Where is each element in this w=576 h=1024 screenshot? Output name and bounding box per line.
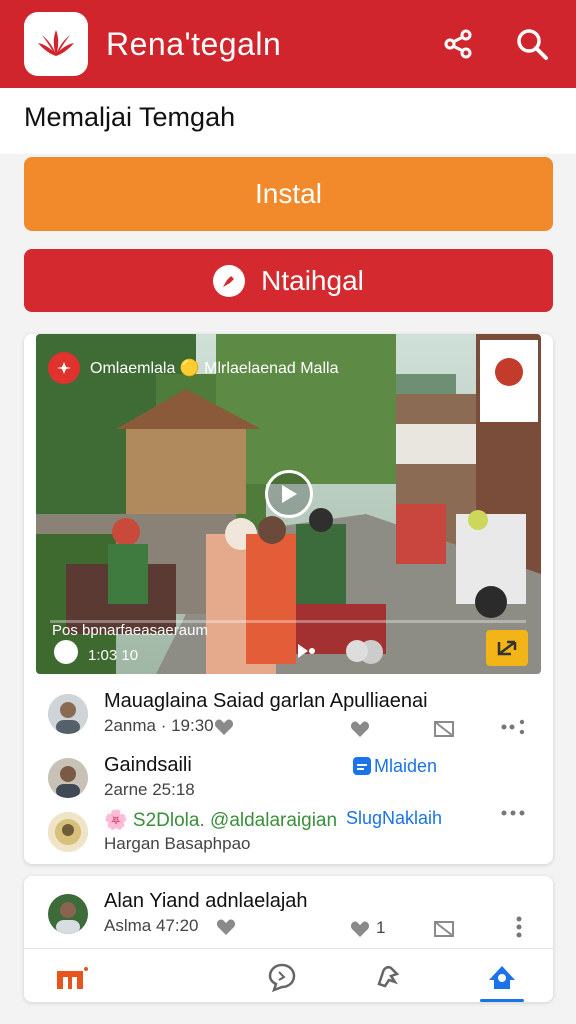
subtitle-bar: Memaljai Temgah [0,88,576,154]
heart-icon[interactable] [214,718,234,736]
install-button[interactable]: Instal [24,157,553,231]
video-channel-name: Omlaemlala 🟡 Mlrlaelaenad Malla [90,360,339,377]
like-icon[interactable] [350,920,370,938]
video-player[interactable]: Omlaemlala 🟡 Mlrlaelaenad Malla Pos bpna… [36,334,541,674]
row-subtitle: Hargan Basaphpao [104,834,251,853]
secondary-button[interactable]: Ntaihgal [24,249,553,312]
row-title: Gaindsaili [104,754,192,776]
active-tab-indicator [480,999,524,1002]
app-title: Rena'tegaln [106,25,282,62]
row-subtitle: Aslma 47:20 [104,916,199,935]
like-count: 1 [376,918,386,937]
app-bar: Rena'tegaln [0,0,576,88]
bottom-navigation [24,948,553,1002]
avatar [48,758,88,798]
row-link[interactable]: SlugNaklaih [346,808,442,829]
heart-icon[interactable] [350,720,370,738]
video-caption: Pos bpnarfaeasaeraum [52,622,208,639]
video-channel-header: Omlaemlala 🟡 Mlrlaelaenad Malla [48,352,338,384]
volume-icon[interactable] [344,638,370,664]
more-icon[interactable] [500,718,526,736]
play-pause-toggle[interactable] [54,640,78,664]
row-subtitle: 2arne 25:18 [104,780,195,799]
avatar [48,894,88,934]
more-icon[interactable] [500,808,526,818]
heart-icon[interactable] [216,918,236,936]
share-icon[interactable] [438,24,478,64]
video-time: 1:03 10 [88,647,139,664]
list-item[interactable]: Alan Yiand adnlaelajah Aslma 47:20 1 [24,888,553,948]
video-mini-controls [298,638,370,664]
profile-icon[interactable] [482,957,522,997]
home-icon[interactable] [52,957,92,997]
row-title: Alan Yiand adnlaelajah [104,890,308,912]
play-icon[interactable] [265,470,313,518]
app-logo [24,12,88,76]
page-subtitle: Memaljai Temgah [24,102,236,132]
row-title: 🌸 S2Dlola. @aldalaraigian [104,810,338,831]
mail-icon[interactable] [434,920,454,938]
row-subtitle: 2anma · 19:30 [104,716,214,735]
row-link[interactable]: Mlaiden [374,756,437,777]
avatar [48,812,88,852]
search-icon[interactable] [512,24,552,64]
avatar [48,694,88,734]
post-card: Omlaemlala 🟡 Mlrlaelaenad Malla Pos bpna… [24,334,553,864]
message-icon[interactable] [352,756,372,776]
chat-icon[interactable] [262,957,302,997]
list-item[interactable]: Gaindsaili 2arne 25:18 Mlaiden [24,752,553,812]
list-item[interactable]: Mauaglaina Saiad garlan Apulliaenai 2anm… [24,688,553,748]
leaf-logo-icon [38,30,74,56]
list-item[interactable]: 🌸 S2Dlola. @aldalaraigian Hargan Basaphp… [24,806,553,866]
mail-icon[interactable] [434,720,454,738]
more-vertical-icon[interactable] [516,916,522,938]
forward-icon[interactable] [298,644,316,658]
secondary-button-label: Ntaihgal [261,264,364,296]
pin-icon [213,264,246,297]
bell-icon[interactable] [368,957,408,997]
row-title: Mauaglaina Saiad garlan Apulliaenai [104,690,428,712]
fullscreen-icon[interactable] [486,630,528,666]
channel-logo-icon [48,352,80,384]
